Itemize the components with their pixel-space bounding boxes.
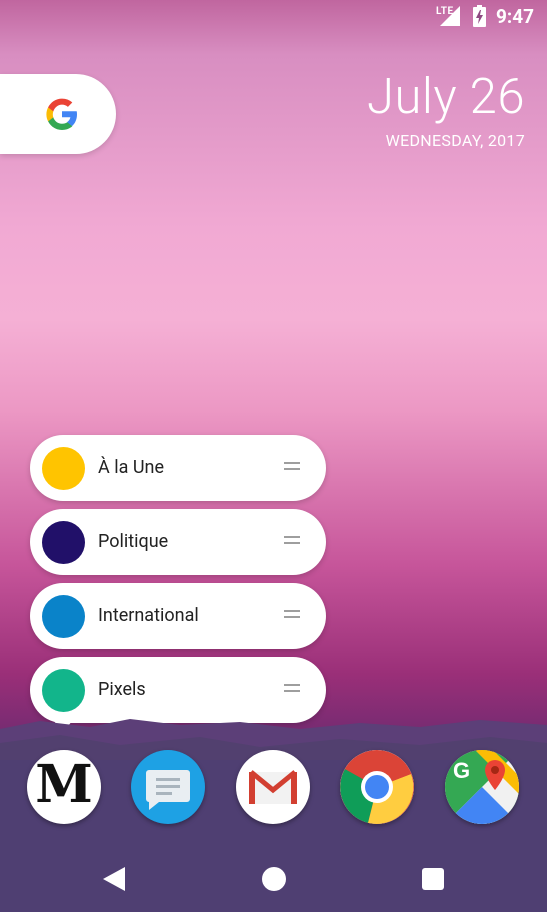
- le-monde-app-icon[interactable]: M: [27, 750, 101, 824]
- maps-app-icon[interactable]: G: [445, 750, 519, 824]
- drag-handle-icon[interactable]: [284, 684, 300, 696]
- messages-app-icon[interactable]: [131, 750, 205, 824]
- shortcut-politique[interactable]: Politique: [30, 509, 326, 575]
- drag-handle-icon[interactable]: [284, 462, 300, 474]
- shortcut-color-dot: [42, 595, 85, 638]
- shortcut-label: International: [98, 605, 199, 626]
- navigation-bar: [0, 845, 547, 912]
- signal-icon: [440, 6, 460, 26]
- gmail-envelope-icon: [249, 770, 297, 804]
- message-bubble-icon: [146, 770, 190, 810]
- date-widget[interactable]: July 26 WEDNESDAY, 2017: [367, 68, 525, 152]
- shortcut-color-dot: [42, 521, 85, 564]
- recent-apps-icon[interactable]: [422, 868, 444, 890]
- shortcut-a-la-une[interactable]: À la Une: [30, 435, 326, 501]
- shortcut-label: À la Une: [98, 457, 164, 478]
- shortcut-color-dot: [42, 669, 85, 712]
- battery-charging-icon: [473, 5, 486, 27]
- app-shortcuts-menu: À la Une Politique International Pixels: [30, 435, 326, 731]
- drag-handle-icon[interactable]: [284, 536, 300, 548]
- shortcut-pixels[interactable]: Pixels: [30, 657, 326, 723]
- maps-logo-icon: G: [445, 750, 519, 824]
- date-weekday: WEDNESDAY, 2017: [385, 131, 525, 150]
- google-search-widget[interactable]: [0, 74, 116, 154]
- home-icon[interactable]: [262, 867, 286, 891]
- shortcut-color-dot: [42, 447, 85, 490]
- back-icon[interactable]: [103, 867, 125, 891]
- shortcut-international[interactable]: International: [30, 583, 326, 649]
- drag-handle-icon[interactable]: [284, 610, 300, 622]
- clock-time: 9:47: [496, 5, 535, 28]
- status-bar: LTE 9:47: [0, 0, 547, 34]
- shortcut-label: Pixels: [98, 679, 146, 700]
- shortcut-label: Politique: [98, 531, 169, 552]
- chrome-app-icon[interactable]: [340, 750, 414, 824]
- google-g-icon: [46, 98, 77, 130]
- le-monde-logo: M: [35, 754, 93, 815]
- svg-text:G: G: [453, 758, 470, 783]
- chrome-logo-icon: [340, 750, 414, 824]
- date-main: July 26: [366, 68, 525, 125]
- gmail-app-icon[interactable]: [236, 750, 310, 824]
